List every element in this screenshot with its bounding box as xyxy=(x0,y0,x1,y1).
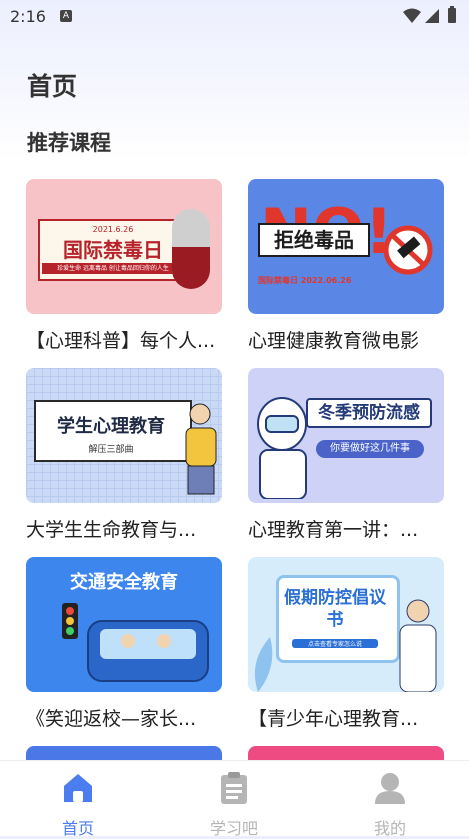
thumbnail-headline: 国际禁毒日 xyxy=(63,238,163,262)
nav-item-home[interactable]: 首页 xyxy=(28,771,128,839)
doctor-illustration xyxy=(257,397,307,499)
nav-item-mine[interactable]: 我的 xyxy=(340,771,440,839)
plant-illustration xyxy=(254,637,273,692)
thumbnail-subtitle: 珍爱生命 远离毒品 创让毒品回归你的人生 xyxy=(42,263,184,274)
nav-label: 首页 xyxy=(61,819,94,838)
course-thumbnail: 交通安全教育 xyxy=(26,557,222,692)
home-icon xyxy=(64,774,92,802)
course-thumbnail: 冬季预防流感 你要做好这几件事 xyxy=(248,368,444,503)
nav-label: 学习吧 xyxy=(209,819,258,838)
thumbnail-headline: 拒绝毒品 xyxy=(258,223,370,257)
course-card[interactable]: 假期防控倡议书 点击查看专家怎么说 【青少年心理教育... xyxy=(248,557,444,731)
wifi-icon xyxy=(403,8,421,23)
course-card[interactable] xyxy=(26,746,222,760)
course-title: 《笑迎返校—家长... xyxy=(26,708,197,730)
course-title: 大学生生命教育与... xyxy=(26,519,197,541)
notification-a-icon: A xyxy=(60,10,72,22)
battery-icon xyxy=(448,8,456,23)
course-card[interactable]: 冬季预防流感 你要做好这几件事 心理教育第一讲：... xyxy=(248,368,444,542)
signal-icon xyxy=(425,9,439,23)
course-title: 心理教育第一讲：... xyxy=(248,519,419,541)
course-card[interactable] xyxy=(248,746,444,760)
thumbnail-subtitle: 点击查看专家怎么说 xyxy=(292,639,378,648)
course-title: 【心理科普】每个人... xyxy=(26,330,216,352)
car-illustration xyxy=(62,603,209,682)
bottom-navigation: 首页 学习吧 我的 xyxy=(0,760,469,839)
course-thumbnail: NO! 拒绝毒品 国际禁毒日 2022.06.26 xyxy=(248,179,444,314)
course-thumbnail: 2021.6.26 国际禁毒日 珍爱生命 远离毒品 创让毒品回归你的人生 xyxy=(26,179,222,314)
student-illustration xyxy=(185,403,217,495)
thumbnail-subtitle: 解压三部曲 xyxy=(88,445,134,455)
thumbnail-headline: 冬季预防流感 xyxy=(306,398,432,428)
section-title: 推荐课程 xyxy=(27,131,111,155)
thumbnail-headline: 交通安全教育 xyxy=(70,572,178,593)
clipboard-icon xyxy=(221,772,247,804)
course-title: 【青少年心理教育... xyxy=(248,708,419,730)
nurse-illustration xyxy=(399,599,437,692)
course-thumbnail xyxy=(248,746,444,760)
syringe-icon xyxy=(383,225,433,275)
course-card[interactable]: 2021.6.26 国际禁毒日 珍爱生命 远离毒品 创让毒品回归你的人生 【心理… xyxy=(26,179,222,353)
status-bar: 2:16 A xyxy=(0,0,469,32)
thumbnail-headline: 学生心理教育 xyxy=(57,416,165,437)
thumbnail-headline: 假期防控倡议书 xyxy=(284,588,386,630)
pill-icon xyxy=(172,209,210,289)
course-title: 心理健康教育微电影 xyxy=(248,330,420,352)
course-thumbnail: 假期防控倡议书 点击查看专家怎么说 xyxy=(248,557,444,692)
course-thumbnail: 学生心理教育 解压三部曲 xyxy=(26,368,222,503)
course-thumbnail xyxy=(26,746,222,760)
user-icon xyxy=(375,773,405,804)
thumbnail-subtitle: 国际禁毒日 2022.06.26 xyxy=(258,276,352,285)
course-card[interactable]: NO! 拒绝毒品 国际禁毒日 2022.06.26 心理健康教育微电影 xyxy=(248,179,444,353)
status-time: 2:16 xyxy=(10,7,46,26)
course-card[interactable]: 学生心理教育 解压三部曲 大学生生命教育与... xyxy=(26,368,222,542)
status-icons xyxy=(403,6,456,23)
nav-item-study[interactable]: 学习吧 xyxy=(184,771,284,839)
nav-label: 我的 xyxy=(373,819,406,838)
course-card[interactable]: 交通安全教育 《笑迎返校—家长... xyxy=(26,557,222,731)
thumbnail-date: 2021.6.26 xyxy=(92,225,134,234)
thumbnail-subtitle: 你要做好这几件事 xyxy=(316,440,424,458)
page-title: 首页 xyxy=(27,72,78,101)
